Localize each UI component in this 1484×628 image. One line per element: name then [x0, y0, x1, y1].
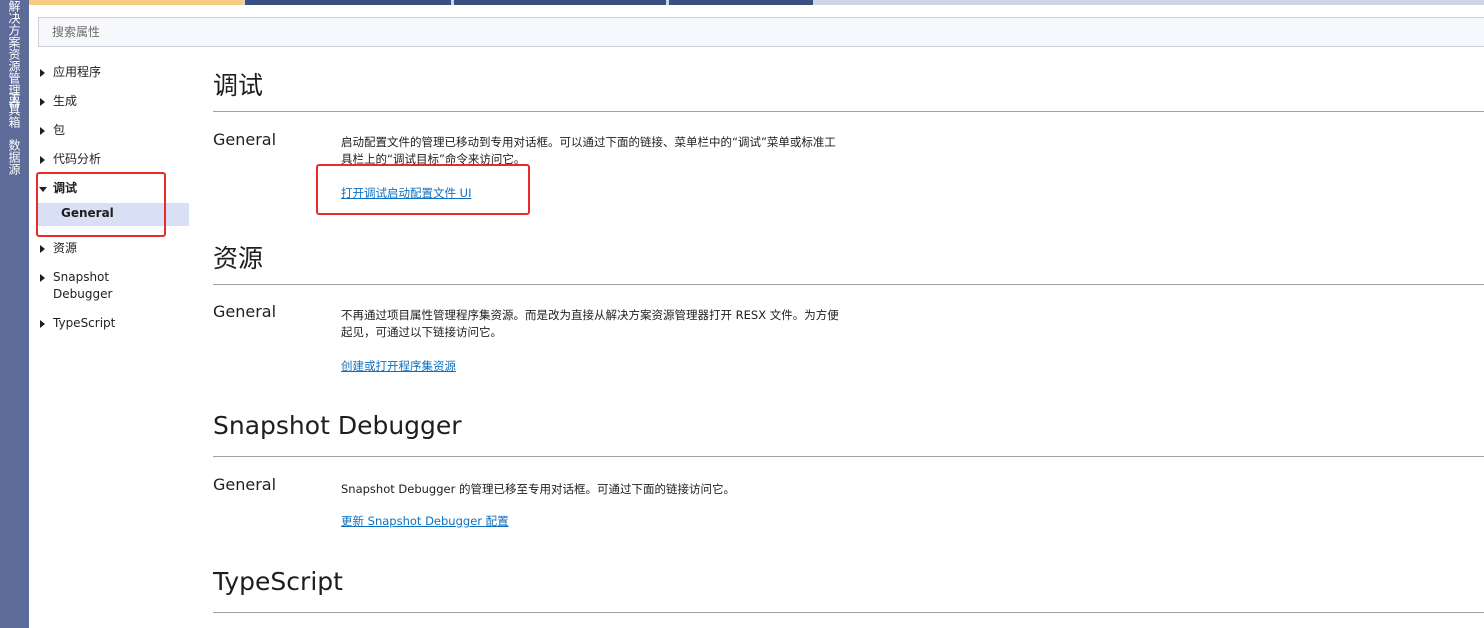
create-open-assembly-resources-link[interactable]: 创建或打开程序集资源	[341, 358, 456, 374]
expand-arrow-icon[interactable]	[40, 98, 45, 106]
expand-arrow-icon[interactable]	[40, 245, 45, 253]
document-tab[interactable]	[669, 0, 813, 5]
section-divider	[213, 284, 1484, 285]
section-title: Snapshot Debugger	[213, 411, 462, 440]
section-description: 不再通过项目属性管理程序集资源。而是改为直接从解决方案资源管理器打开 RESX …	[341, 308, 839, 339]
group-label: General	[213, 130, 277, 149]
section-title: 资源	[213, 244, 264, 273]
search-properties-input[interactable]	[38, 17, 1484, 47]
section-title: 调试	[213, 71, 264, 100]
expand-arrow-icon[interactable]	[40, 156, 45, 164]
toolbox-tab[interactable]: 工具箱	[4, 92, 24, 128]
document-tab[interactable]	[454, 0, 666, 5]
highlight-box-nav	[36, 172, 166, 237]
expand-arrow-icon[interactable]	[40, 274, 45, 282]
section-divider	[213, 111, 1484, 112]
open-debug-launch-profiles-link[interactable]: 打开调试启动配置文件 UI	[341, 185, 471, 201]
group-label: General	[213, 302, 277, 321]
group-label: General	[213, 475, 277, 494]
document-tab-active[interactable]	[29, 0, 243, 5]
document-tab-strip	[29, 0, 1484, 5]
section-divider	[213, 456, 1484, 457]
expand-arrow-icon[interactable]	[40, 69, 45, 77]
section-divider	[213, 612, 1484, 613]
document-tab[interactable]	[245, 0, 451, 5]
section-description: Snapshot Debugger 的管理已移至专用对话框。可通过下面的链接访问…	[341, 482, 735, 496]
tool-window-strip: 解决方案资源管理器 工具箱 数据源	[0, 0, 29, 628]
data-sources-tab[interactable]: 数据源	[4, 139, 24, 175]
update-snapshot-debugger-config-link[interactable]: 更新 Snapshot Debugger 配置	[341, 513, 509, 529]
section-description: 启动配置文件的管理已移动到专用对话框。可以通过下面的链接、菜单栏中的“调试”菜单…	[341, 135, 836, 166]
expand-arrow-icon[interactable]	[40, 127, 45, 135]
section-title: TypeScript	[213, 567, 343, 596]
expand-arrow-icon[interactable]	[40, 320, 45, 328]
